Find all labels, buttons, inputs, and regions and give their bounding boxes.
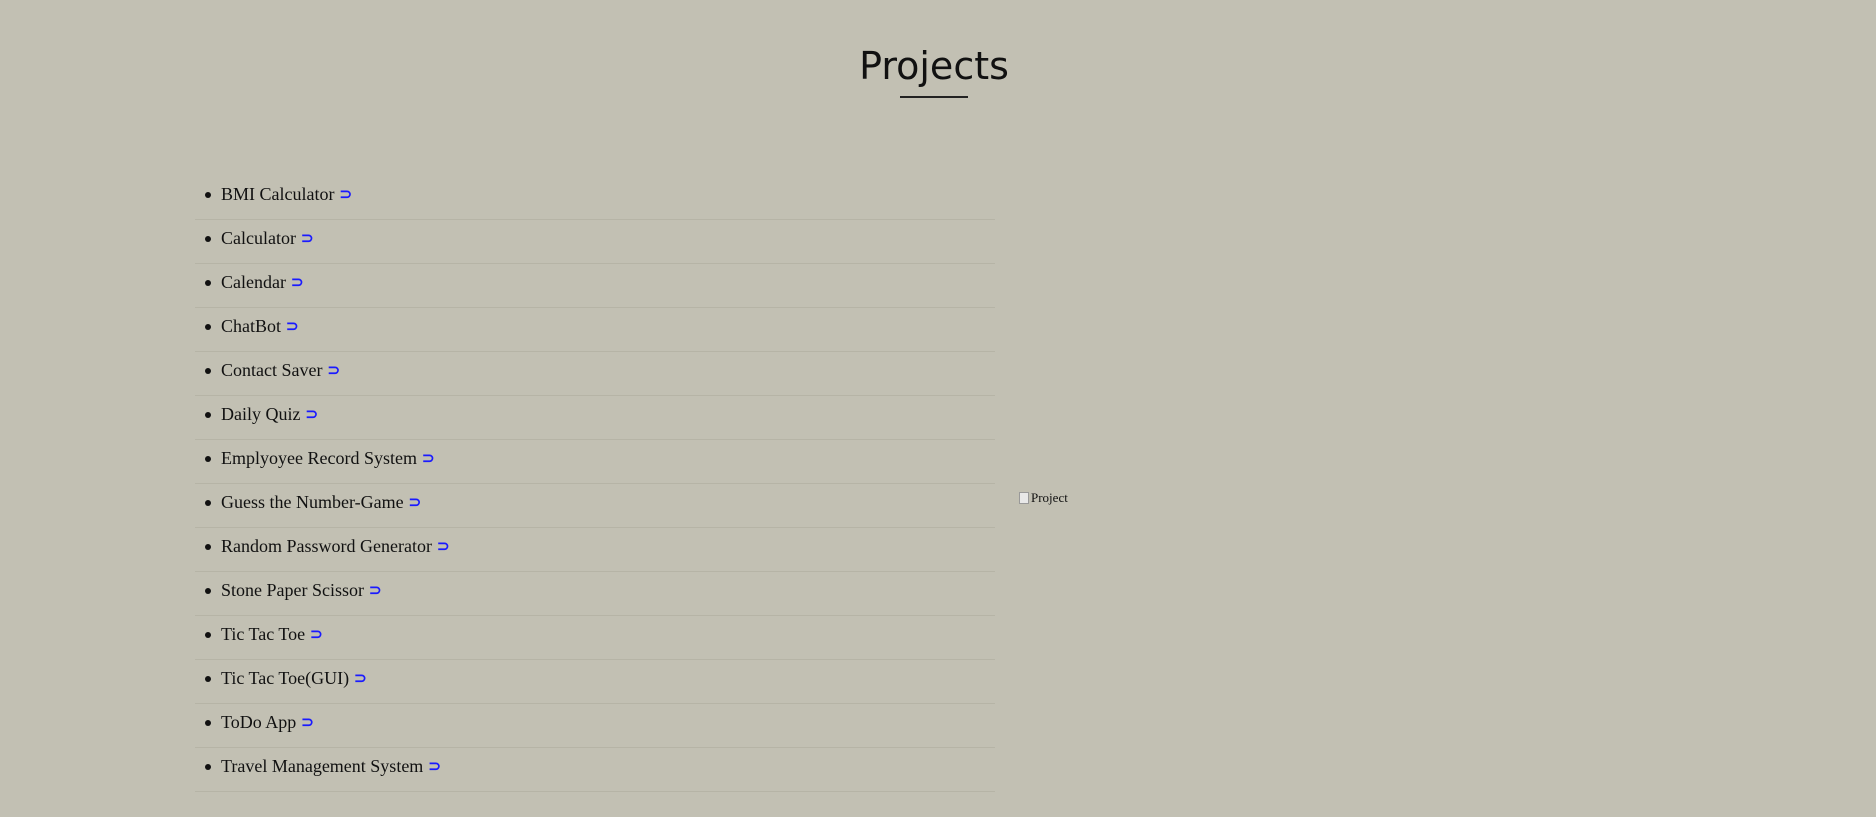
project-name[interactable]: ToDo App bbox=[221, 712, 296, 732]
project-list-item[interactable]: Emplyoyee Record System ⊃ bbox=[195, 440, 995, 484]
open-project-link-icon[interactable]: ⊃ bbox=[339, 177, 352, 213]
open-project-link-icon[interactable]: ⊃ bbox=[409, 485, 422, 521]
open-project-link-icon[interactable]: ⊃ bbox=[354, 661, 367, 697]
project-name[interactable]: Stone Paper Scissor bbox=[221, 580, 364, 600]
open-project-link-icon[interactable]: ⊃ bbox=[305, 397, 318, 433]
project-name[interactable]: Tic Tac Toe(GUI) bbox=[221, 668, 349, 688]
project-name[interactable]: Tic Tac Toe bbox=[221, 624, 305, 644]
open-project-link-icon[interactable]: ⊃ bbox=[291, 265, 304, 301]
project-name[interactable]: Travel Management System bbox=[221, 756, 423, 776]
open-project-link-icon[interactable]: ⊃ bbox=[422, 441, 435, 477]
project-name[interactable]: Calculator bbox=[221, 228, 296, 248]
open-project-link-icon[interactable]: ⊃ bbox=[437, 529, 450, 565]
open-project-link-icon[interactable]: ⊃ bbox=[428, 749, 441, 785]
open-project-link-icon[interactable]: ⊃ bbox=[369, 573, 382, 609]
page-header: Projects bbox=[0, 40, 1868, 98]
project-name[interactable]: Contact Saver bbox=[221, 360, 322, 380]
project-list-item[interactable]: ChatBot ⊃ bbox=[195, 308, 995, 352]
project-list-item[interactable]: ToDo App ⊃ bbox=[195, 704, 995, 748]
project-name[interactable]: BMI Calculator bbox=[221, 184, 334, 204]
project-list-item[interactable]: Tic Tac Toe ⊃ bbox=[195, 616, 995, 660]
broken-image-icon bbox=[1019, 492, 1029, 504]
open-project-link-icon[interactable]: ⊃ bbox=[327, 353, 340, 389]
page-title: Projects bbox=[859, 44, 1009, 88]
projects-page: Projects BMI Calculator ⊃ Calculator ⊃ Calen… bbox=[0, 0, 1876, 817]
project-name[interactable]: Daily Quiz bbox=[221, 404, 300, 424]
project-list-item[interactable]: Contact Saver ⊃ bbox=[195, 352, 995, 396]
open-project-link-icon[interactable]: ⊃ bbox=[301, 221, 314, 257]
project-list-item[interactable]: Travel Management System ⊃ bbox=[195, 748, 995, 792]
project-preview-image: Project bbox=[1019, 490, 1068, 506]
project-list-item[interactable]: BMI Calculator ⊃ bbox=[195, 176, 995, 220]
project-name[interactable]: Guess the Number-Game bbox=[221, 492, 404, 512]
project-list-item[interactable]: Calendar ⊃ bbox=[195, 264, 995, 308]
project-name[interactable]: Calendar bbox=[221, 272, 286, 292]
project-name[interactable]: ChatBot bbox=[221, 316, 281, 336]
open-project-link-icon[interactable]: ⊃ bbox=[301, 705, 314, 741]
project-name[interactable]: Random Password Generator bbox=[221, 536, 432, 556]
project-name[interactable]: Emplyoyee Record System bbox=[221, 448, 417, 468]
project-list: BMI Calculator ⊃ Calculator ⊃ Calendar ⊃ ChatB… bbox=[195, 176, 995, 792]
project-list-item[interactable]: Random Password Generator ⊃ bbox=[195, 528, 995, 572]
open-project-link-icon[interactable]: ⊃ bbox=[310, 617, 323, 653]
project-preview-alt-text: Project bbox=[1031, 490, 1068, 505]
title-underline bbox=[900, 96, 968, 98]
project-list-item[interactable]: Guess the Number-Game ⊃ bbox=[195, 484, 995, 528]
project-list-item[interactable]: Tic Tac Toe(GUI) ⊃ bbox=[195, 660, 995, 704]
project-list-item[interactable]: Stone Paper Scissor ⊃ bbox=[195, 572, 995, 616]
project-list-item[interactable]: Daily Quiz ⊃ bbox=[195, 396, 995, 440]
open-project-link-icon[interactable]: ⊃ bbox=[286, 309, 299, 345]
project-list-item[interactable]: Calculator ⊃ bbox=[195, 220, 995, 264]
